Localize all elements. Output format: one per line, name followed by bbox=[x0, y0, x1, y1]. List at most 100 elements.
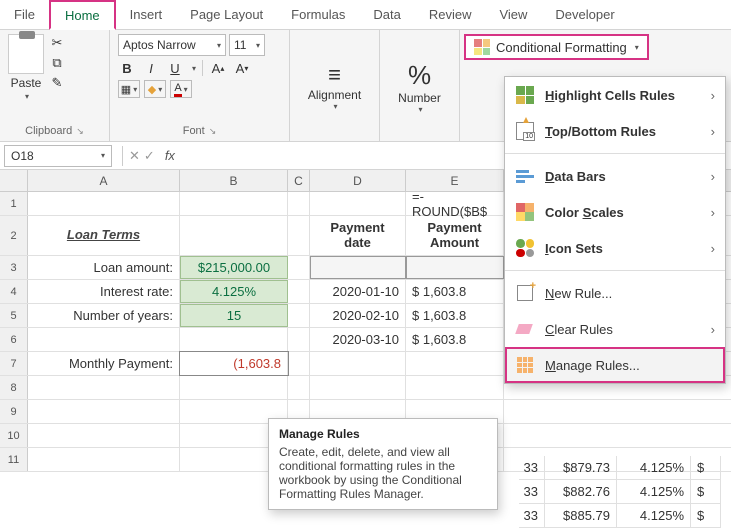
row-header[interactable]: 4 bbox=[0, 280, 28, 303]
row-header[interactable]: 6 bbox=[0, 328, 28, 351]
cell[interactable] bbox=[28, 448, 180, 471]
cell-label-loan-amount[interactable]: Loan amount: bbox=[28, 256, 180, 279]
cell[interactable]: $ 1,603.8 bbox=[406, 280, 504, 303]
row-header[interactable]: 10 bbox=[0, 424, 28, 447]
col-header-a[interactable]: A bbox=[28, 170, 180, 191]
font-color-button[interactable]: A▾ bbox=[170, 80, 192, 98]
cell[interactable] bbox=[406, 256, 504, 279]
cell[interactable]: 4.125% bbox=[617, 456, 691, 480]
menu-new-rule[interactable]: New Rule... bbox=[505, 275, 725, 311]
cell-label-monthly[interactable]: Monthly Payment: bbox=[28, 352, 180, 375]
percent-icon[interactable]: % bbox=[408, 60, 431, 91]
cell[interactable]: $ 1,603.8 bbox=[406, 304, 504, 327]
conditional-formatting-button[interactable]: Conditional Formatting ▾ bbox=[464, 34, 649, 60]
col-header-b[interactable]: B bbox=[180, 170, 288, 191]
cell[interactable] bbox=[180, 376, 288, 399]
row-header[interactable]: 1 bbox=[0, 192, 28, 215]
cell[interactable] bbox=[180, 216, 288, 255]
row-header[interactable]: 5 bbox=[0, 304, 28, 327]
cell[interactable] bbox=[288, 376, 310, 399]
tab-view[interactable]: View bbox=[485, 0, 541, 29]
col-header-d[interactable]: D bbox=[310, 170, 406, 191]
cell[interactable] bbox=[28, 192, 180, 215]
bold-button[interactable]: B bbox=[118, 59, 136, 77]
cell[interactable]: 33 bbox=[519, 504, 545, 528]
copy-icon[interactable]: ⧉ bbox=[48, 54, 66, 72]
cell[interactable]: $882.76 bbox=[545, 480, 617, 504]
cell[interactable]: 2020-03-10 bbox=[310, 328, 406, 351]
enter-formula-icon[interactable]: ✓ bbox=[144, 148, 155, 164]
cell[interactable] bbox=[310, 376, 406, 399]
tab-page-layout[interactable]: Page Layout bbox=[176, 0, 277, 29]
row-header[interactable]: 3 bbox=[0, 256, 28, 279]
col-header-c[interactable]: C bbox=[288, 170, 310, 191]
chevron-down-icon[interactable]: ▾ bbox=[25, 92, 29, 101]
name-box[interactable]: O18 ▾ bbox=[4, 145, 112, 167]
cell[interactable]: $ bbox=[691, 456, 721, 480]
cell[interactable] bbox=[288, 256, 310, 279]
menu-color-scales[interactable]: Color Scales › bbox=[505, 194, 725, 230]
cell[interactable] bbox=[310, 192, 406, 215]
cancel-formula-icon[interactable]: ✕ bbox=[129, 148, 140, 164]
tab-formulas[interactable]: Formulas bbox=[277, 0, 359, 29]
cell[interactable] bbox=[180, 328, 288, 351]
menu-clear-rules[interactable]: Clear Rules › bbox=[505, 311, 725, 347]
cell[interactable] bbox=[288, 192, 310, 215]
row-header[interactable]: 9 bbox=[0, 400, 28, 423]
row-header[interactable]: 8 bbox=[0, 376, 28, 399]
cell[interactable] bbox=[288, 328, 310, 351]
cell-number-years[interactable]: 15 bbox=[180, 304, 288, 327]
chevron-down-icon[interactable]: ▾ bbox=[192, 64, 196, 73]
cell[interactable]: $ bbox=[691, 480, 721, 504]
italic-button[interactable]: I bbox=[142, 59, 160, 77]
cell-label-years[interactable]: Number of years: bbox=[28, 304, 180, 327]
cell-loan-terms-title[interactable]: Loan Terms bbox=[28, 216, 180, 255]
underline-button[interactable]: U bbox=[166, 59, 184, 77]
tab-data[interactable]: Data bbox=[359, 0, 414, 29]
chevron-down-icon[interactable]: ▾ bbox=[333, 102, 337, 111]
cell[interactable] bbox=[406, 376, 504, 399]
cell[interactable] bbox=[28, 328, 180, 351]
cell-loan-amount[interactable]: $215,000.00 bbox=[180, 256, 288, 279]
cell[interactable] bbox=[288, 280, 310, 303]
alignment-icon[interactable]: ≡ bbox=[328, 62, 341, 88]
cell[interactable]: =-ROUND($B$ bbox=[406, 192, 504, 215]
tab-home[interactable]: Home bbox=[49, 0, 116, 30]
tab-developer[interactable]: Developer bbox=[541, 0, 628, 29]
menu-icon-sets[interactable]: Icon Sets › bbox=[505, 230, 725, 266]
cell[interactable]: $ bbox=[691, 504, 721, 528]
cell[interactable] bbox=[28, 424, 180, 447]
row-header[interactable]: 2 bbox=[0, 216, 28, 255]
tab-insert[interactable]: Insert bbox=[116, 0, 177, 29]
fill-color-button[interactable]: ◆▾ bbox=[144, 80, 166, 98]
cell[interactable] bbox=[180, 192, 288, 215]
format-painter-icon[interactable]: ✎ bbox=[48, 74, 66, 92]
cell[interactable] bbox=[28, 376, 180, 399]
cell[interactable]: 2020-02-10 bbox=[310, 304, 406, 327]
cell[interactable] bbox=[406, 352, 504, 375]
tab-file[interactable]: File bbox=[0, 0, 49, 29]
cell-monthly-payment[interactable]: (1,603.8 bbox=[180, 352, 288, 375]
shrink-font-icon[interactable]: A▾ bbox=[233, 59, 251, 77]
cell[interactable] bbox=[288, 216, 310, 255]
cell[interactable] bbox=[310, 256, 406, 279]
font-size-select[interactable]: 11▾ bbox=[229, 34, 265, 56]
select-all-triangle[interactable] bbox=[0, 170, 28, 191]
fx-icon[interactable]: fx bbox=[165, 148, 175, 163]
cell[interactable] bbox=[310, 352, 406, 375]
cell[interactable]: 33 bbox=[519, 456, 545, 480]
tab-review[interactable]: Review bbox=[415, 0, 486, 29]
menu-highlight-cells-rules[interactable]: Highlight Cells Rules › bbox=[505, 77, 725, 113]
menu-manage-rules[interactable]: Manage Rules... bbox=[505, 347, 725, 383]
cell[interactable]: $885.79 bbox=[545, 504, 617, 528]
paste-button[interactable]: Paste ▾ bbox=[8, 34, 44, 101]
cell[interactable]: 33 bbox=[519, 480, 545, 504]
cell-label-interest[interactable]: Interest rate: bbox=[28, 280, 180, 303]
cell[interactable]: 4.125% bbox=[617, 480, 691, 504]
dialog-launcher-icon[interactable]: ↘ bbox=[76, 126, 84, 137]
cut-icon[interactable]: ✂ bbox=[48, 34, 66, 52]
dialog-launcher-icon[interactable]: ↘ bbox=[209, 126, 217, 137]
cell[interactable]: 2020-01-10 bbox=[310, 280, 406, 303]
chevron-down-icon[interactable]: ▾ bbox=[418, 105, 422, 114]
cell-header-payment-date[interactable]: Payment date bbox=[310, 216, 406, 255]
